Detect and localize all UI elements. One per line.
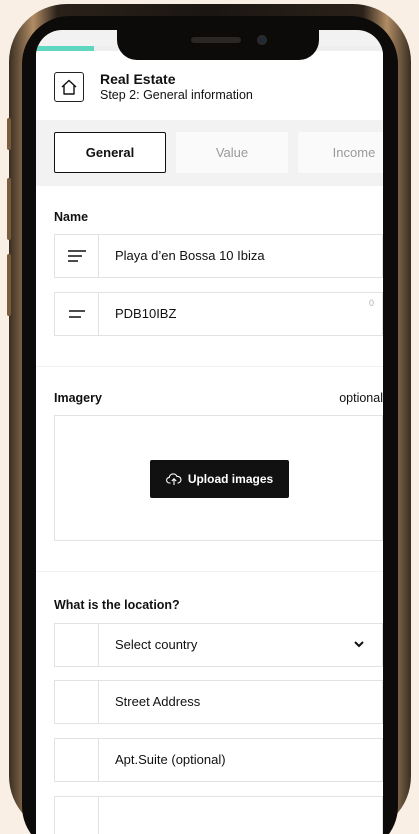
upload-images-button[interactable]: Upload images	[150, 460, 289, 498]
tab-general[interactable]: General	[54, 132, 166, 173]
page-subtitle: Step 2: General information	[100, 88, 253, 102]
code-field[interactable]: PDB10IBZ 0	[54, 292, 383, 336]
speaker	[191, 37, 241, 43]
phone-notch	[117, 30, 319, 60]
country-icon-slot	[55, 624, 99, 666]
next-icon-slot	[55, 797, 99, 834]
side-button	[7, 178, 11, 240]
name-section: Name Playa d’en Bossa 10 Ibiza PDB10IBZ …	[36, 186, 383, 366]
street-icon-slot	[55, 681, 99, 723]
home-button[interactable]	[54, 72, 84, 102]
tab-bar: General Value Income	[36, 120, 383, 186]
upload-dropzone[interactable]: Upload images	[54, 415, 383, 541]
next-field[interactable]	[54, 796, 383, 834]
country-select-value: Select country	[115, 637, 198, 652]
side-button	[7, 254, 11, 316]
cloud-upload-icon	[165, 473, 182, 485]
location-section: What is the location? Select country Str…	[36, 572, 383, 834]
apt-icon-slot	[55, 739, 99, 781]
optional-label: optional	[339, 391, 383, 405]
chevron-down-icon	[354, 641, 364, 648]
imagery-section: Imagery optional Upload images	[36, 367, 383, 571]
name-label: Name	[54, 210, 89, 224]
country-select[interactable]: Select country	[54, 623, 383, 667]
home-icon	[61, 79, 77, 95]
tab-income[interactable]: Income	[298, 132, 383, 173]
header: Real Estate Step 2: General information	[36, 51, 383, 120]
street-address-field[interactable]: Street Address	[54, 680, 383, 724]
location-label: What is the location?	[54, 598, 180, 612]
upload-images-label: Upload images	[187, 472, 274, 486]
code-value: PDB10IBZ	[115, 306, 177, 321]
side-button	[7, 118, 11, 150]
camera	[257, 35, 267, 45]
apt-suite-placeholder: Apt.Suite (optional)	[115, 752, 226, 767]
text-lines-icon	[55, 235, 99, 277]
name-value: Playa d’en Bossa 10 Ibiza	[115, 248, 265, 263]
short-text-icon	[55, 293, 99, 335]
character-counter: 0	[368, 298, 374, 308]
app-screen: Real Estate Step 2: General information …	[36, 30, 383, 834]
imagery-label: Imagery	[54, 391, 102, 405]
page-title: Real Estate	[100, 71, 176, 87]
tab-value[interactable]: Value	[176, 132, 288, 173]
name-field[interactable]: Playa d’en Bossa 10 Ibiza	[54, 234, 383, 278]
apt-suite-field[interactable]: Apt.Suite (optional)	[54, 738, 383, 782]
street-address-placeholder: Street Address	[115, 694, 201, 709]
